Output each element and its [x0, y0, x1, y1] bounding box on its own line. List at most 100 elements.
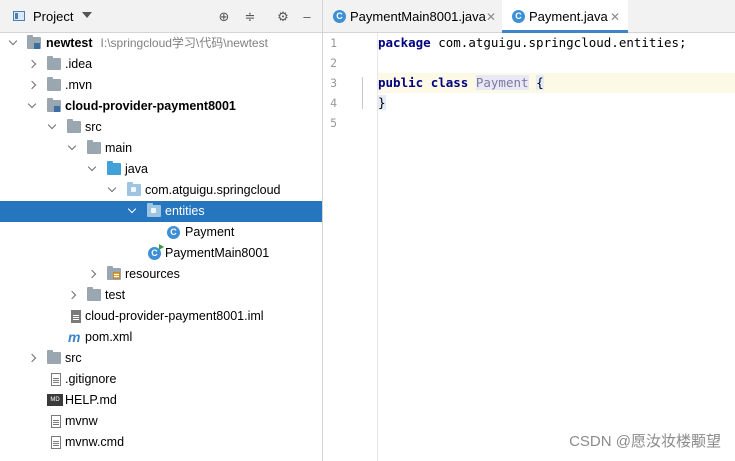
chevron-right-icon[interactable] — [87, 269, 97, 279]
class-icon: C — [167, 226, 180, 239]
tree-node-idea[interactable]: .idea — [0, 54, 322, 75]
tree-node-cloud-provider-payment8001[interactable]: cloud-provider-payment8001 — [0, 96, 322, 117]
tree-node-main[interactable]: main — [0, 138, 322, 159]
code-editor[interactable]: package com.atguigu.springcloud.entities… — [378, 33, 735, 461]
tree-node-label: cloud-provider-payment8001 — [65, 99, 236, 113]
gear-icon[interactable]: ⚙ — [275, 9, 291, 25]
folder-icon — [47, 56, 61, 70]
tree-node-iml[interactable]: cloud-provider-payment8001.iml — [0, 306, 322, 327]
project-header: Project ⊕ ≑ ⚙ – — [0, 0, 322, 33]
tree-node-mvnw-cmd[interactable]: mvnw.cmd — [0, 432, 322, 453]
chevron-down-icon[interactable] — [27, 99, 37, 109]
chevron-right-icon[interactable] — [27, 80, 37, 90]
tree-node-resources[interactable]: resources — [0, 264, 322, 285]
chevron-down-icon[interactable] — [87, 162, 97, 172]
tree-node-label: .mvn — [65, 78, 93, 92]
tree-node-test[interactable]: test — [0, 285, 322, 306]
tree-node-package-springcloud[interactable]: com.atguigu.springcloud — [0, 180, 322, 201]
source-folder-icon — [107, 161, 121, 175]
class-name: Payment — [475, 75, 529, 90]
tree-node-label: resources — [125, 267, 180, 281]
open-brace: { — [536, 75, 544, 90]
chevron-right-icon[interactable] — [27, 353, 37, 363]
hide-icon[interactable]: – — [299, 9, 315, 25]
tab-payment[interactable]: C Payment.java ✕ — [502, 0, 628, 33]
code-line[interactable]: package com.atguigu.springcloud.entities… — [378, 33, 735, 53]
tree-node-label: main — [105, 141, 133, 155]
line-number: 4 — [330, 96, 337, 110]
project-view-selector[interactable]: Project — [33, 9, 73, 24]
tab-paymentmain8001[interactable]: C PaymentMain8001.java ✕ — [323, 0, 501, 32]
code-line[interactable]: } — [378, 93, 735, 113]
module-folder-icon — [27, 35, 41, 49]
line-number-gutter: 1 2 3 4 5 — [323, 33, 378, 461]
close-icon[interactable]: ✕ — [610, 0, 620, 34]
tree-node-label: newtest — [46, 36, 93, 50]
close-brace: } — [378, 95, 386, 110]
folder-icon — [87, 287, 101, 301]
runnable-class-icon: C — [333, 10, 346, 23]
module-folder-icon — [47, 98, 61, 112]
chevron-down-icon[interactable] — [107, 183, 117, 193]
tree-node-label: com.atguigu.springcloud — [145, 183, 281, 197]
watermark: CSDN @愿汝妆楼颙望 — [569, 433, 721, 450]
collapse-icon[interactable]: ≑ — [242, 9, 258, 25]
line-number: 3 — [330, 76, 337, 90]
folder-icon — [47, 350, 61, 364]
tree-node-payment[interactable]: C Payment — [0, 222, 322, 243]
tree-node-label: mvnw — [65, 414, 98, 428]
tree-node-java[interactable]: java — [0, 159, 322, 180]
tab-label: Payment.java — [529, 9, 608, 24]
markdown-icon: MD — [47, 394, 63, 406]
tree-node-src[interactable]: src — [0, 117, 322, 138]
fold-marker[interactable] — [362, 77, 363, 109]
tree-node-newtest[interactable]: newtest I:\springcloud学习\代码\newtest — [0, 33, 322, 54]
chevron-down-icon[interactable] — [127, 204, 137, 214]
tree-node-pom[interactable]: m pom.xml — [0, 327, 322, 348]
tree-node-paymentmain8001[interactable]: C PaymentMain8001 — [0, 243, 322, 264]
folder-icon — [47, 77, 61, 91]
chevron-right-icon[interactable] — [67, 290, 77, 300]
tree-node-entities[interactable]: entities — [0, 201, 322, 222]
code-line[interactable] — [378, 113, 735, 133]
editor-tab-bar: C PaymentMain8001.java ✕ C Payment.java … — [323, 0, 735, 33]
package-name: com.atguigu.springcloud.entities; — [430, 35, 687, 50]
tree-node-label: java — [125, 162, 148, 176]
tree-node-label: HELP.md — [65, 393, 117, 407]
line-number: 1 — [330, 36, 337, 50]
tree-node-gitignore[interactable]: .gitignore — [0, 369, 322, 390]
text-file-icon — [51, 415, 61, 428]
runnable-class-icon: C — [148, 244, 164, 260]
tree-node-label: entities — [165, 204, 205, 218]
maven-icon: m — [68, 329, 81, 345]
tree-node-label: Payment — [185, 225, 235, 239]
tree-node-mvn[interactable]: .mvn — [0, 75, 322, 96]
chevron-down-icon[interactable] — [8, 36, 18, 46]
class-icon: C — [512, 10, 525, 23]
chevron-down-icon[interactable] — [47, 120, 57, 130]
locate-icon[interactable]: ⊕ — [216, 9, 232, 25]
gitignore-file-icon — [51, 373, 61, 386]
folder-icon — [67, 119, 81, 133]
chevron-down-icon[interactable] — [67, 141, 77, 151]
chevron-down-icon[interactable] — [82, 12, 92, 18]
tree-node-help-md[interactable]: MD HELP.md — [0, 390, 322, 411]
code-line[interactable] — [378, 53, 735, 73]
tree-node-root-src[interactable]: src — [0, 348, 322, 369]
chevron-right-icon[interactable] — [27, 59, 37, 69]
close-icon[interactable]: ✕ — [486, 0, 496, 34]
tab-label: PaymentMain8001.java — [350, 9, 486, 24]
tree-node-label: src — [85, 120, 102, 134]
project-view-icon — [13, 11, 25, 21]
module-path: I:\springcloud学习\代码\newtest — [100, 36, 268, 50]
editor-area: C PaymentMain8001.java ✕ C Payment.java … — [323, 0, 735, 461]
keyword: public — [378, 75, 424, 90]
tree-node-mvnw[interactable]: mvnw — [0, 411, 322, 432]
tree-node-label: test — [105, 288, 126, 302]
text-file-icon — [51, 436, 61, 449]
tree-node-label: src — [65, 351, 82, 365]
keyword: class — [430, 75, 469, 90]
line-number: 2 — [330, 56, 337, 70]
keyword: package — [378, 35, 431, 50]
code-line-current[interactable]: public class Payment { — [378, 73, 735, 93]
